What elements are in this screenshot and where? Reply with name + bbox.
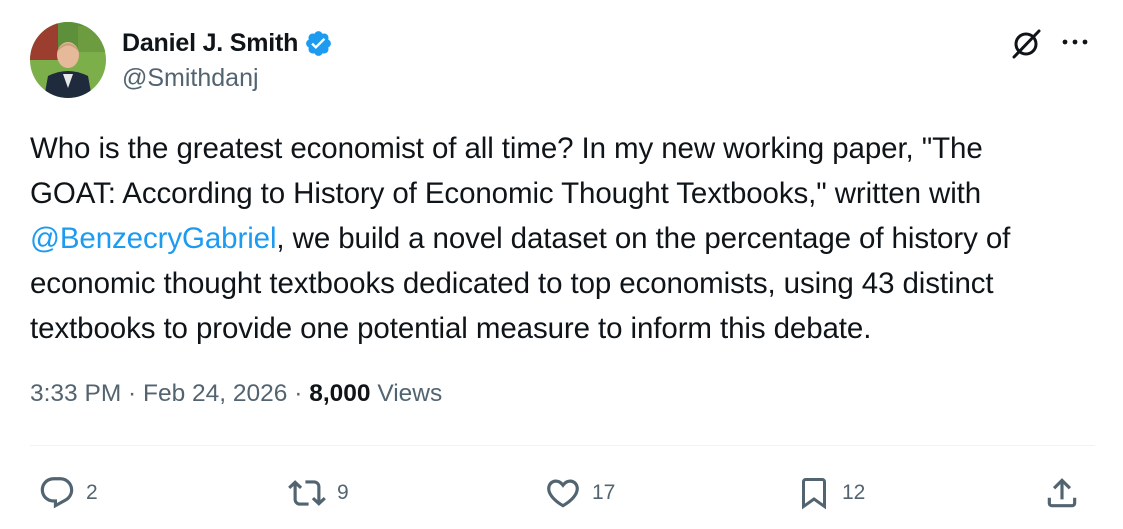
reply-button[interactable]: 2 [38, 471, 98, 515]
tweet-text-segment: Who is the greatest economist of all tim… [30, 132, 983, 165]
views-count[interactable]: 8,000 [309, 380, 370, 407]
tweet-meta: 3:33 PM · Feb 24, 2026 · 8,000 Views [30, 380, 442, 408]
bookmark-icon [796, 474, 832, 512]
like-button[interactable]: 17 [544, 471, 615, 515]
tweet-date[interactable]: Feb 24, 2026 [143, 380, 287, 407]
meta-separator: · [287, 380, 310, 407]
divider [30, 445, 1095, 446]
more-icon[interactable] [1060, 30, 1090, 54]
mention-link[interactable]: @BenzecryGabriel [30, 222, 277, 255]
bookmark-count: 12 [842, 481, 866, 504]
share-button[interactable] [1043, 471, 1081, 515]
tweet-time[interactable]: 3:33 PM [30, 380, 121, 407]
tweet: Daniel J. Smith @Smithdanj Who is the gr… [0, 0, 1123, 529]
reply-count: 2 [86, 481, 98, 504]
meta-separator: · [121, 380, 144, 407]
avatar[interactable] [30, 22, 106, 98]
reply-icon [38, 474, 76, 512]
verified-badge-icon[interactable] [304, 29, 333, 58]
tweet-text-segment: , we build a novel dataset on the percen… [276, 222, 1011, 255]
tweet-text: Who is the greatest economist of all tim… [30, 126, 1110, 351]
tweet-text-line: Who is the greatest economist of all tim… [30, 126, 1110, 171]
avatar-image [30, 22, 106, 98]
author-display-name[interactable]: Daniel J. Smith [122, 29, 298, 58]
share-icon [1043, 474, 1081, 512]
author-name-row: Daniel J. Smith [122, 24, 333, 62]
repost-count: 9 [337, 481, 349, 504]
bookmark-button[interactable]: 12 [796, 471, 865, 515]
tweet-text-segment: textbooks to provide one potential measu… [30, 312, 872, 345]
tweet-text-line: @BenzecryGabriel, we build a novel datas… [30, 216, 1110, 261]
tweet-text-line: GOAT: According to History of Economic T… [30, 171, 1110, 216]
like-count: 17 [592, 481, 616, 504]
tweet-text-line: textbooks to provide one potential measu… [30, 306, 1110, 351]
author-handle[interactable]: @Smithdanj [122, 64, 259, 93]
like-icon [544, 474, 582, 512]
grok-icon[interactable] [1010, 27, 1042, 59]
views-label: Views [370, 380, 443, 407]
tweet-text-segment: economic thought textbooks dedicated to … [30, 267, 994, 300]
repost-button[interactable]: 9 [287, 471, 349, 515]
tweet-text-line: economic thought textbooks dedicated to … [30, 261, 1110, 306]
tweet-text-segment: GOAT: According to History of Economic T… [30, 177, 982, 210]
repost-icon [287, 474, 327, 512]
